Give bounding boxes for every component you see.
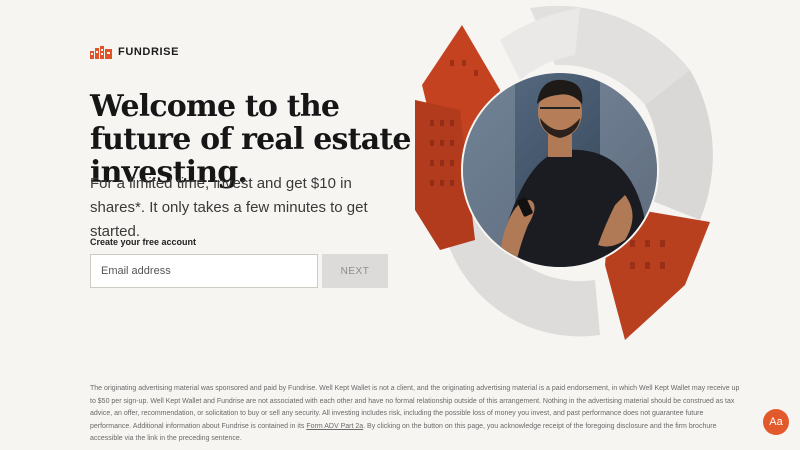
accessibility-button[interactable]: Aa <box>763 409 789 435</box>
next-button[interactable]: NEXT <box>322 254 388 288</box>
email-input[interactable] <box>90 254 318 288</box>
hero-subhead: For a limited time, invest and get $10 i… <box>90 175 368 240</box>
brand-name: FUNDRISE <box>118 46 180 58</box>
fundrise-logo-icon <box>90 46 112 59</box>
hero-illustration <box>415 5 713 340</box>
brand-logo[interactable]: FUNDRISE <box>90 45 179 59</box>
legal-disclaimer: The originating advertising material was… <box>90 383 740 446</box>
form-adv-link[interactable]: Form ADV Part 2a <box>306 423 363 430</box>
signup-form-label: Create your free account <box>90 237 197 247</box>
